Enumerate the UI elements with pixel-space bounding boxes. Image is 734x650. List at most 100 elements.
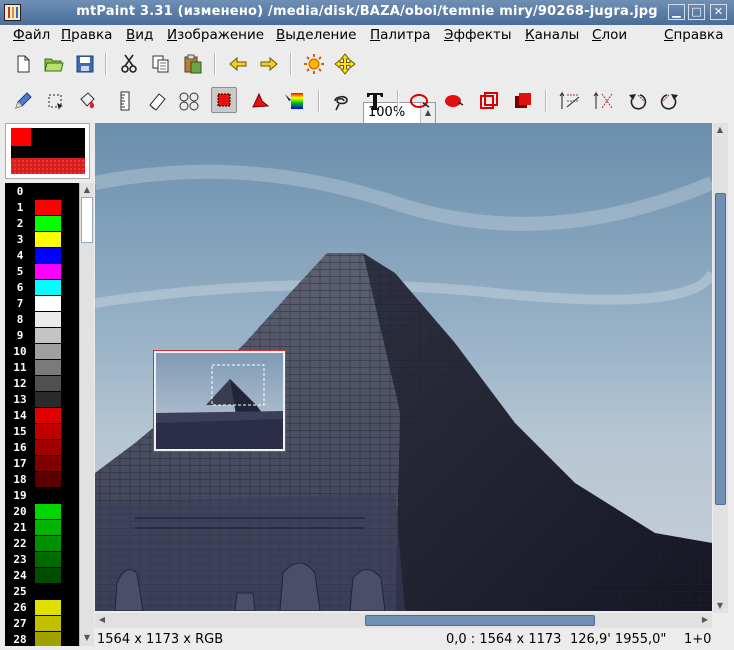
menu-help[interactable]: Справка [664,27,724,43]
palette-swatch[interactable] [35,328,61,343]
palette-scroll-thumb[interactable] [81,197,93,243]
image-canvas[interactable] [95,123,712,611]
palette-entry[interactable]: 23 [5,552,79,568]
canvas-horizontal-scrollbar[interactable]: ◀ ▶ [95,613,712,628]
palette-swatch[interactable] [35,360,61,375]
menu-selection[interactable]: Выделение [276,27,356,43]
palette-swatch[interactable] [35,472,61,487]
palette-entry[interactable]: 1 [5,200,79,216]
menu-edit[interactable]: Правка [61,27,112,43]
palette-entry[interactable]: 17 [5,456,79,472]
palette-swatch[interactable] [35,424,61,439]
palette-entry[interactable]: 12 [5,376,79,392]
palette-entry[interactable]: 22 [5,536,79,552]
canvas-vertical-scrollbar[interactable]: ▲ ▼ [713,123,728,613]
gradient-icon[interactable] [281,88,307,114]
flood-fill-icon[interactable] [74,88,100,114]
palette-entry[interactable]: 2 [5,216,79,232]
palette-list[interactable]: 0 1 2 3 4 5 6 7 8 9 10 11 12 13 14 15 16 17 18 19 20 21 22 23 24… [5,183,79,646]
menu-image[interactable]: Изображение [167,27,264,43]
navigator-preview[interactable] [154,351,285,451]
palette-swatch[interactable] [35,600,61,615]
copy-icon[interactable] [148,51,174,77]
palette-entry[interactable]: 16 [5,440,79,456]
fg-bg-swatch[interactable] [6,124,89,178]
palette-swatch[interactable] [35,392,61,407]
pencil-icon[interactable] [10,88,36,114]
scroll-up-icon[interactable]: ▲ [713,123,727,137]
palette-entry[interactable]: 13 [5,392,79,408]
save-icon[interactable] [72,51,98,77]
menu-layers[interactable]: Слои [592,27,627,43]
paste-icon[interactable] [180,51,206,77]
scroll-right-icon[interactable]: ▶ [698,613,712,627]
palette-swatch[interactable] [35,504,61,519]
palette-swatch[interactable] [35,584,61,599]
palette-swatch[interactable] [35,536,61,551]
scroll-up-icon[interactable]: ▲ [80,183,94,197]
rotate-ccw-icon[interactable] [624,88,650,114]
menu-view[interactable]: Вид [126,27,153,43]
open-folder-icon[interactable] [41,51,67,77]
palette-entry[interactable]: 14 [5,408,79,424]
menu-file[interactable]: Файл [13,27,50,43]
palette-scrollbar[interactable]: ▲ ▼ [79,183,94,646]
palette-swatch[interactable] [35,200,61,215]
palette-swatch[interactable] [35,216,61,231]
palette-swatch[interactable] [35,408,61,423]
palette-entry[interactable]: 3 [5,232,79,248]
palette-entry[interactable]: 9 [5,328,79,344]
palette-swatch[interactable] [35,616,61,631]
flip-vertical-icon[interactable] [557,88,583,114]
palette-entry[interactable]: 4 [5,248,79,264]
menu-effects[interactable]: Эффекты [444,27,512,43]
palette-swatch[interactable] [35,264,61,279]
palette-entry[interactable]: 11 [5,360,79,376]
new-file-icon[interactable] [10,51,36,77]
select-rect-icon[interactable] [42,88,68,114]
pan-move-icon[interactable] [332,51,358,77]
palette-entry[interactable]: 18 [5,472,79,488]
close-icon[interactable]: ✕ [710,4,727,20]
palette-swatch[interactable] [35,552,61,567]
filled-ellipse-icon[interactable] [441,88,467,114]
menu-palette[interactable]: Палитра [370,27,431,43]
minimize-icon[interactable]: ▁ [668,4,685,20]
palette-entry[interactable]: 0 [5,184,79,200]
horizontal-scroll-thumb[interactable] [365,615,595,626]
palette-entry[interactable]: 5 [5,264,79,280]
palette-swatch[interactable] [35,248,61,263]
rotate-cw-icon[interactable] [657,88,683,114]
palette-entry[interactable]: 8 [5,312,79,328]
palette-entry[interactable]: 20 [5,504,79,520]
filled-rect-icon[interactable] [510,88,536,114]
palette-swatch[interactable] [35,488,61,503]
palette-entry[interactable]: 21 [5,520,79,536]
palette-swatch[interactable] [35,280,61,295]
menu-channels[interactable]: Каналы [525,27,579,43]
cut-icon[interactable] [116,51,142,77]
flip-horizontal-icon[interactable] [591,88,617,114]
palette-entry[interactable]: 7 [5,296,79,312]
palette-entry[interactable]: 10 [5,344,79,360]
ruler-icon[interactable] [112,88,138,114]
spiral-lasso-icon[interactable] [328,88,354,114]
palette-entry[interactable]: 6 [5,280,79,296]
eraser-icon[interactable] [144,88,170,114]
redo-arrow-icon[interactable] [256,51,282,77]
maximize-icon[interactable]: □ [688,4,705,20]
color-swatch-box[interactable] [5,123,90,179]
sun-brightness-icon[interactable] [301,51,327,77]
palette-swatch[interactable] [35,568,61,583]
palette-entry[interactable]: 24 [5,568,79,584]
palette-entry[interactable]: 25 [5,584,79,600]
palette-swatch[interactable] [35,440,61,455]
title-bar[interactable]: mtPaint 3.31 (изменено) /media/disk/BAZA… [0,0,734,25]
undo-arrow-icon[interactable] [225,51,251,77]
palette-swatch[interactable] [35,232,61,247]
palette-swatch[interactable] [35,456,61,471]
vertical-scroll-thumb[interactable] [715,193,726,505]
palette-swatch[interactable] [35,312,61,327]
palette-entry[interactable]: 15 [5,424,79,440]
palette-entry[interactable]: 26 [5,600,79,616]
